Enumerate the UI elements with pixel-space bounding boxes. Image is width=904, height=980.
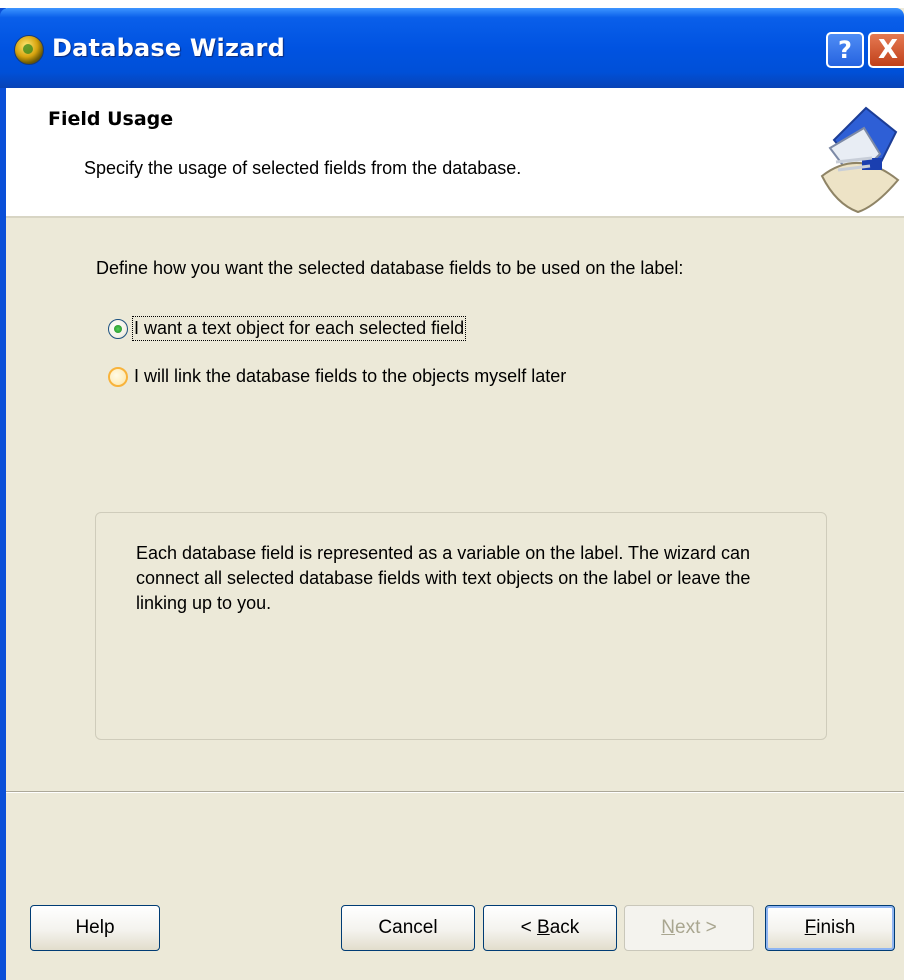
description-panel: Each database field is represented as a … (95, 512, 827, 740)
next-button-label: Next > (661, 917, 717, 938)
radio-button[interactable] (108, 366, 128, 387)
cancel-button[interactable]: Cancel (341, 905, 475, 951)
next-button[interactable]: Next > (624, 905, 754, 951)
back-button-label: < Back (520, 917, 580, 938)
cancel-button-label: Cancel (378, 917, 438, 938)
wizard-header: Field Usage Specify the usage of selecte… (6, 88, 904, 216)
back-button[interactable]: < Back (483, 905, 617, 951)
footer-divider (6, 791, 904, 793)
finish-button-label: Finish (804, 917, 856, 938)
option-label[interactable]: I want a text object for each selected f… (131, 316, 467, 341)
window-title: Database Wizard (52, 34, 285, 62)
page-subtitle: Specify the usage of selected fields fro… (84, 158, 522, 178)
help-title-button[interactable]: ? (826, 32, 864, 68)
title-bar[interactable]: Database Wizard ? X (0, 8, 904, 88)
page-title: Field Usage (48, 108, 174, 130)
option-link-later[interactable]: I will link the database fields to the o… (108, 366, 566, 387)
close-icon: X (877, 35, 899, 65)
app-icon (14, 35, 44, 65)
header-divider (6, 216, 904, 218)
radio-button-selected[interactable] (108, 318, 128, 339)
close-button[interactable]: X (868, 32, 904, 68)
question-icon: ? (838, 36, 852, 64)
description-text: Each database field is represented as a … (136, 543, 751, 613)
instruction-text: Define how you want the selected databas… (96, 258, 684, 278)
help-button-label: Help (75, 917, 115, 938)
database-wizard-graphic-icon (820, 106, 900, 214)
finish-button[interactable]: Finish (765, 905, 895, 951)
option-text-object[interactable]: I want a text object for each selected f… (108, 316, 467, 341)
option-label[interactable]: I will link the database fields to the o… (134, 366, 566, 387)
help-button[interactable]: Help (30, 905, 160, 951)
